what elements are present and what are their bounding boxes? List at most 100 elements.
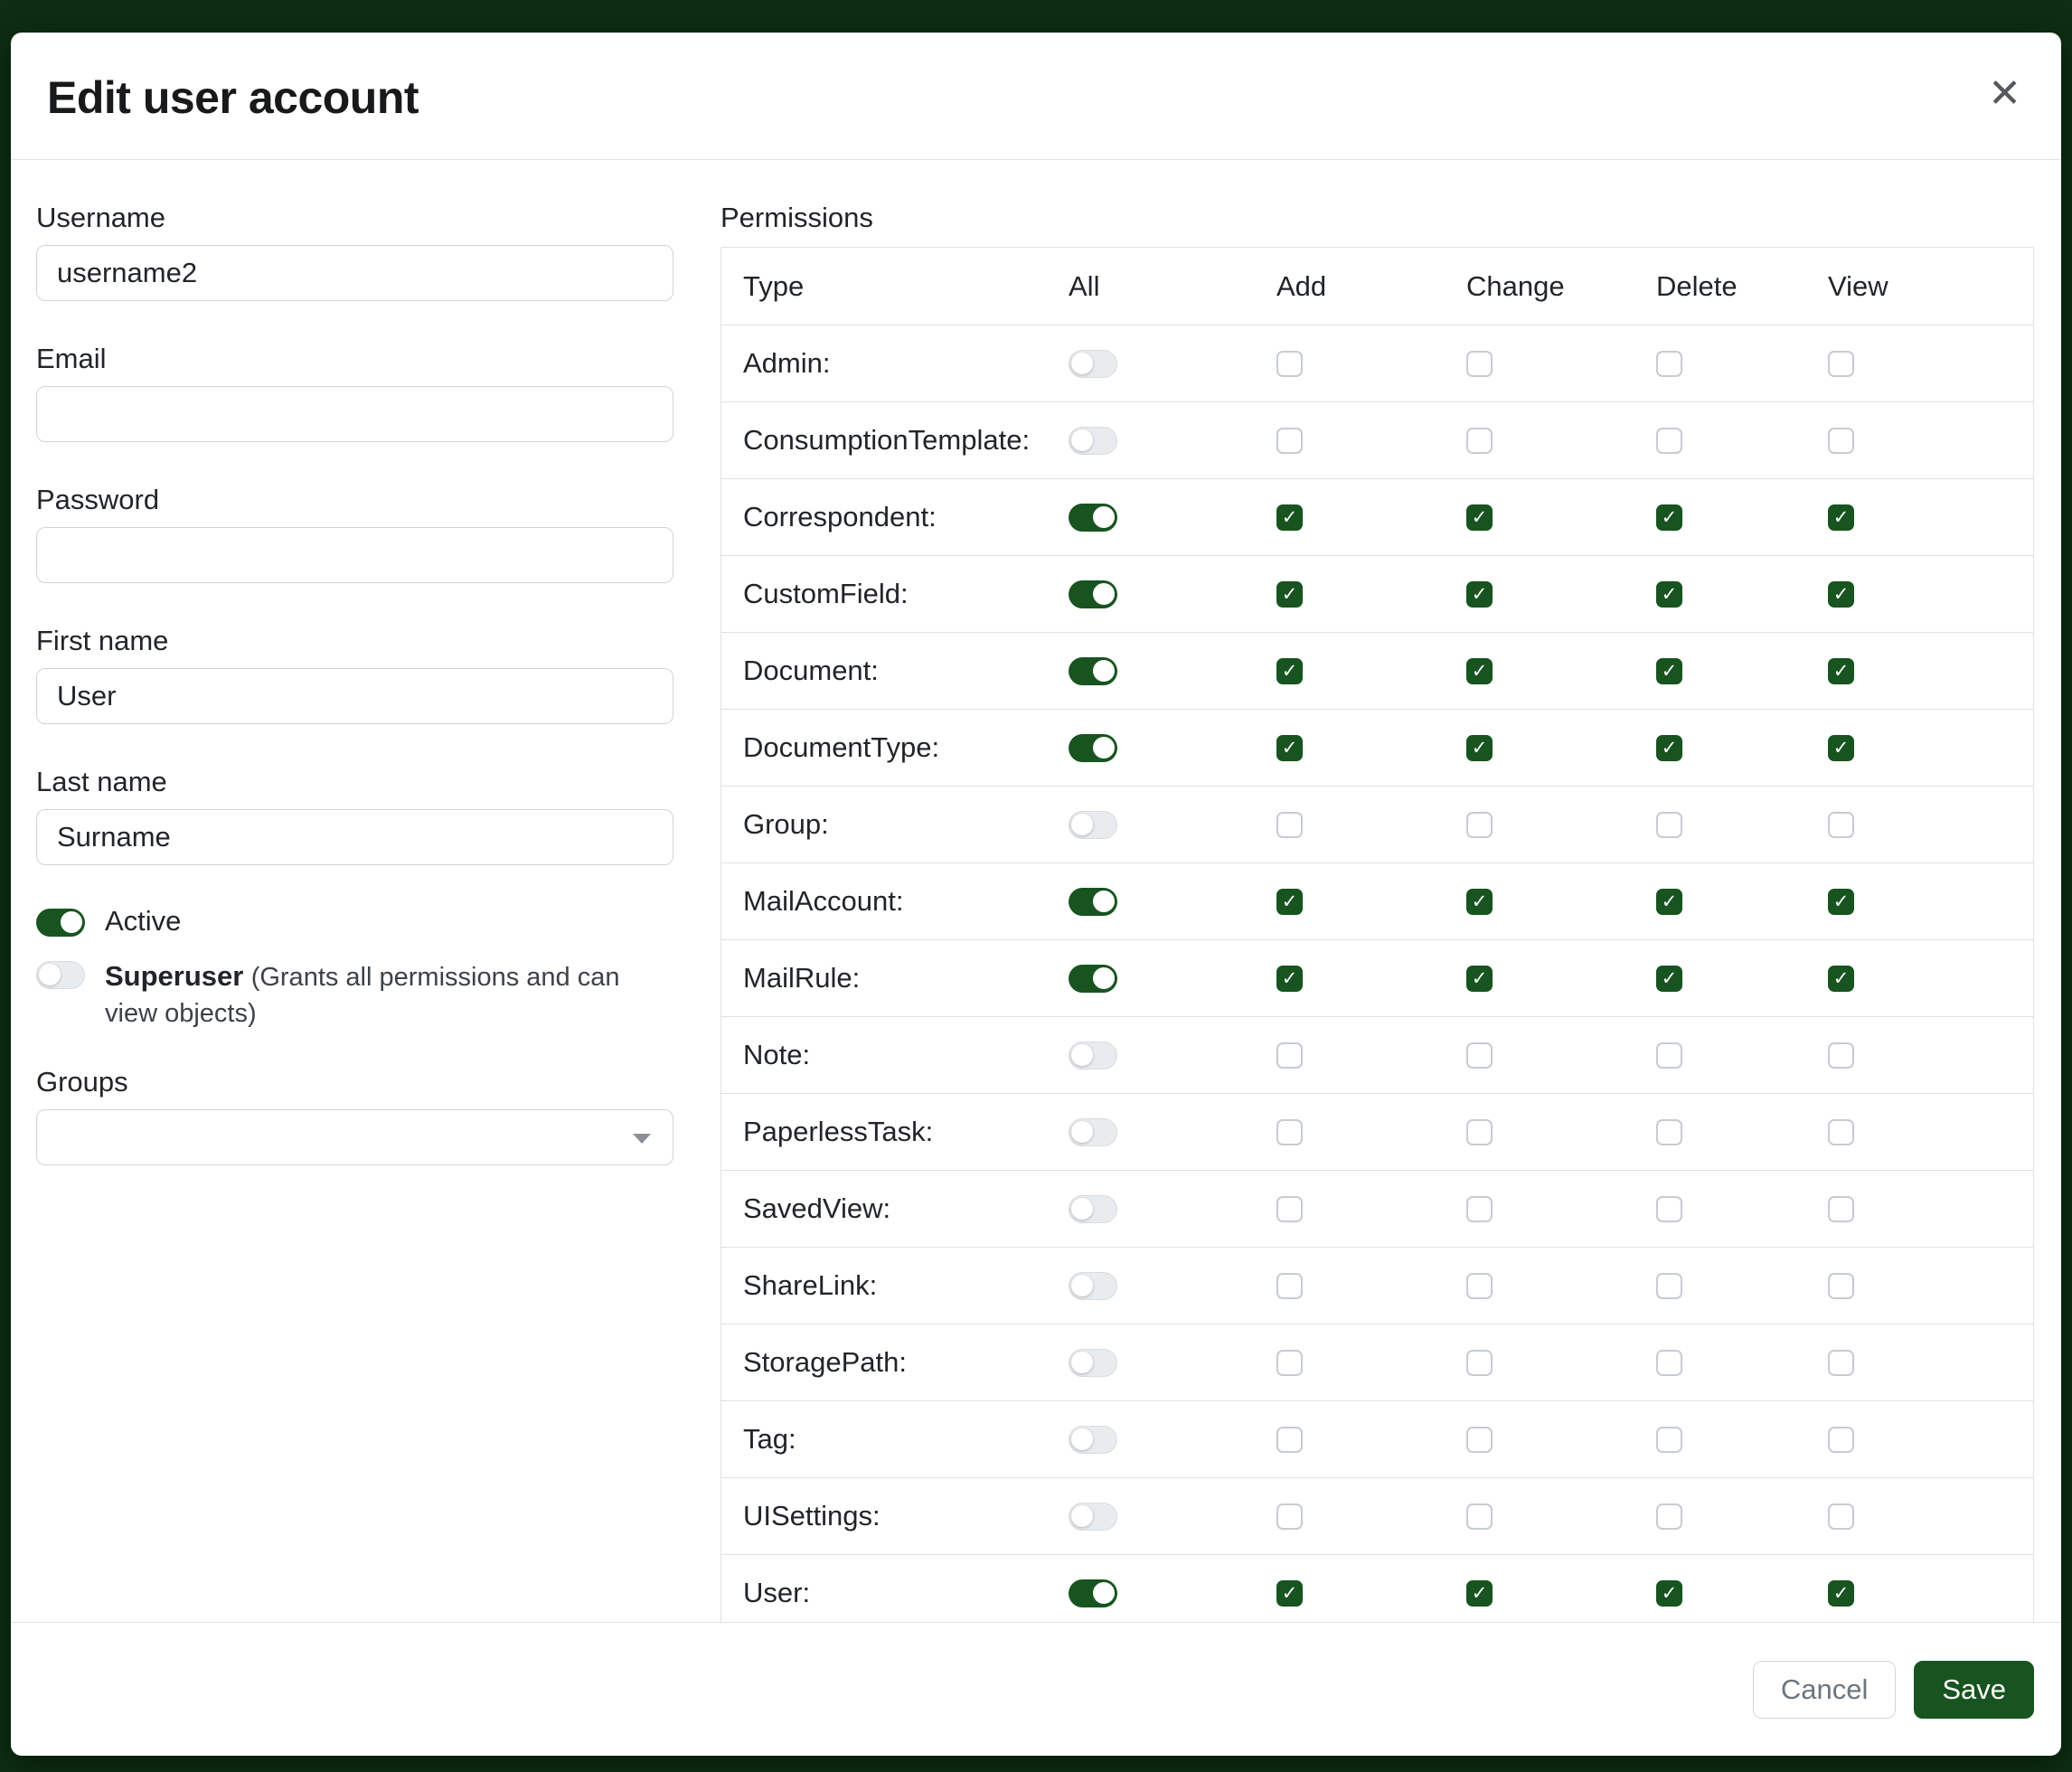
checkbox-view-user[interactable]: ✓ bbox=[1828, 1580, 1854, 1607]
checkbox-delete-user[interactable]: ✓ bbox=[1656, 1580, 1682, 1607]
checkbox-view-tag[interactable] bbox=[1828, 1427, 1854, 1453]
checkbox-delete-documenttype[interactable]: ✓ bbox=[1656, 735, 1682, 761]
checkbox-delete-admin[interactable] bbox=[1656, 351, 1682, 377]
toggle-all-uisettings[interactable] bbox=[1069, 1503, 1117, 1531]
checkbox-view-documenttype[interactable]: ✓ bbox=[1828, 735, 1854, 761]
checkbox-view-document[interactable]: ✓ bbox=[1828, 658, 1854, 684]
checkbox-add-documenttype[interactable]: ✓ bbox=[1276, 735, 1303, 761]
checkbox-view-savedview[interactable] bbox=[1828, 1196, 1854, 1222]
checkbox-add-admin[interactable] bbox=[1276, 351, 1303, 377]
first-name-input[interactable] bbox=[36, 668, 673, 724]
checkbox-add-document[interactable]: ✓ bbox=[1276, 658, 1303, 684]
cancel-button[interactable]: Cancel bbox=[1753, 1661, 1897, 1719]
toggle-all-savedview[interactable] bbox=[1069, 1195, 1117, 1223]
checkbox-delete-tag[interactable] bbox=[1656, 1427, 1682, 1453]
checkbox-delete-note[interactable] bbox=[1656, 1042, 1682, 1069]
save-button[interactable]: Save bbox=[1914, 1661, 2034, 1719]
checkbox-change-tag[interactable] bbox=[1466, 1427, 1493, 1453]
checkbox-change-mailrule[interactable]: ✓ bbox=[1466, 966, 1493, 992]
checkbox-view-customfield[interactable]: ✓ bbox=[1828, 581, 1854, 608]
checkbox-view-uisettings[interactable] bbox=[1828, 1503, 1854, 1530]
superuser-toggle[interactable] bbox=[36, 961, 85, 989]
first-name-field: First name bbox=[36, 625, 673, 724]
toggle-all-correspondent[interactable] bbox=[1069, 504, 1117, 532]
checkbox-add-consumptiontemplate[interactable] bbox=[1276, 428, 1303, 454]
checkbox-change-customfield[interactable]: ✓ bbox=[1466, 581, 1493, 608]
toggle-all-user[interactable] bbox=[1069, 1579, 1117, 1607]
checkbox-view-group[interactable] bbox=[1828, 812, 1854, 838]
toggle-all-documenttype[interactable] bbox=[1069, 734, 1117, 762]
username-input[interactable] bbox=[36, 245, 673, 301]
checkbox-change-consumptiontemplate[interactable] bbox=[1466, 428, 1493, 454]
checkbox-delete-correspondent[interactable]: ✓ bbox=[1656, 504, 1682, 531]
checkbox-view-paperlesstask[interactable] bbox=[1828, 1119, 1854, 1145]
permission-cell bbox=[1806, 1196, 2033, 1222]
toggle-all-admin[interactable] bbox=[1069, 350, 1117, 378]
checkbox-view-mailaccount[interactable]: ✓ bbox=[1828, 889, 1854, 915]
checkbox-change-sharelink[interactable] bbox=[1466, 1273, 1493, 1299]
checkbox-view-admin[interactable] bbox=[1828, 351, 1854, 377]
checkbox-delete-document[interactable]: ✓ bbox=[1656, 658, 1682, 684]
toggle-all-tag[interactable] bbox=[1069, 1426, 1117, 1454]
active-toggle[interactable] bbox=[36, 909, 85, 937]
checkbox-delete-mailrule[interactable]: ✓ bbox=[1656, 966, 1682, 992]
email-input[interactable] bbox=[36, 386, 673, 442]
checkbox-delete-consumptiontemplate[interactable] bbox=[1656, 428, 1682, 454]
close-icon[interactable]: ✕ bbox=[1988, 74, 2021, 114]
checkbox-add-tag[interactable] bbox=[1276, 1427, 1303, 1453]
checkbox-add-sharelink[interactable] bbox=[1276, 1273, 1303, 1299]
last-name-input[interactable] bbox=[36, 809, 673, 865]
checkbox-change-savedview[interactable] bbox=[1466, 1196, 1493, 1222]
checkbox-delete-savedview[interactable] bbox=[1656, 1196, 1682, 1222]
checkbox-delete-sharelink[interactable] bbox=[1656, 1273, 1682, 1299]
toggle-all-mailaccount[interactable] bbox=[1069, 888, 1117, 916]
checkbox-add-uisettings[interactable] bbox=[1276, 1503, 1303, 1530]
checkbox-view-correspondent[interactable]: ✓ bbox=[1828, 504, 1854, 531]
password-input[interactable] bbox=[36, 527, 673, 583]
checkbox-change-correspondent[interactable]: ✓ bbox=[1466, 504, 1493, 531]
checkbox-delete-uisettings[interactable] bbox=[1656, 1503, 1682, 1530]
checkbox-view-consumptiontemplate[interactable] bbox=[1828, 428, 1854, 454]
checkbox-view-sharelink[interactable] bbox=[1828, 1273, 1854, 1299]
checkbox-add-mailrule[interactable]: ✓ bbox=[1276, 966, 1303, 992]
checkbox-add-customfield[interactable]: ✓ bbox=[1276, 581, 1303, 608]
checkbox-change-mailaccount[interactable]: ✓ bbox=[1466, 889, 1493, 915]
checkbox-change-user[interactable]: ✓ bbox=[1466, 1580, 1493, 1607]
checkbox-change-uisettings[interactable] bbox=[1466, 1503, 1493, 1530]
checkbox-change-document[interactable]: ✓ bbox=[1466, 658, 1493, 684]
checkbox-add-savedview[interactable] bbox=[1276, 1196, 1303, 1222]
checkbox-change-note[interactable] bbox=[1466, 1042, 1493, 1069]
checkbox-add-mailaccount[interactable]: ✓ bbox=[1276, 889, 1303, 915]
toggle-all-mailrule[interactable] bbox=[1069, 965, 1117, 993]
check-icon: ✓ bbox=[1282, 662, 1298, 681]
toggle-all-group[interactable] bbox=[1069, 811, 1117, 839]
toggle-all-customfield[interactable] bbox=[1069, 580, 1117, 608]
checkbox-view-storagepath[interactable] bbox=[1828, 1350, 1854, 1376]
checkbox-add-paperlesstask[interactable] bbox=[1276, 1119, 1303, 1145]
checkbox-delete-group[interactable] bbox=[1656, 812, 1682, 838]
toggle-all-note[interactable] bbox=[1069, 1042, 1117, 1070]
checkbox-change-storagepath[interactable] bbox=[1466, 1350, 1493, 1376]
checkbox-change-group[interactable] bbox=[1466, 812, 1493, 838]
checkbox-delete-customfield[interactable]: ✓ bbox=[1656, 581, 1682, 608]
toggle-all-consumptiontemplate[interactable] bbox=[1069, 427, 1117, 455]
checkbox-delete-storagepath[interactable] bbox=[1656, 1350, 1682, 1376]
checkbox-add-note[interactable] bbox=[1276, 1042, 1303, 1069]
checkbox-add-group[interactable] bbox=[1276, 812, 1303, 838]
checkbox-change-admin[interactable] bbox=[1466, 351, 1493, 377]
checkbox-add-storagepath[interactable] bbox=[1276, 1350, 1303, 1376]
checkbox-add-correspondent[interactable]: ✓ bbox=[1276, 504, 1303, 531]
checkbox-delete-paperlesstask[interactable] bbox=[1656, 1119, 1682, 1145]
check-icon: ✓ bbox=[1662, 969, 1678, 988]
checkbox-change-paperlesstask[interactable] bbox=[1466, 1119, 1493, 1145]
toggle-all-sharelink[interactable] bbox=[1069, 1272, 1117, 1300]
checkbox-view-note[interactable] bbox=[1828, 1042, 1854, 1069]
groups-select[interactable] bbox=[36, 1109, 673, 1165]
toggle-all-document[interactable] bbox=[1069, 657, 1117, 685]
toggle-all-storagepath[interactable] bbox=[1069, 1349, 1117, 1377]
checkbox-add-user[interactable]: ✓ bbox=[1276, 1580, 1303, 1607]
checkbox-change-documenttype[interactable]: ✓ bbox=[1466, 735, 1493, 761]
checkbox-view-mailrule[interactable]: ✓ bbox=[1828, 966, 1854, 992]
toggle-all-paperlesstask[interactable] bbox=[1069, 1118, 1117, 1146]
checkbox-delete-mailaccount[interactable]: ✓ bbox=[1656, 889, 1682, 915]
